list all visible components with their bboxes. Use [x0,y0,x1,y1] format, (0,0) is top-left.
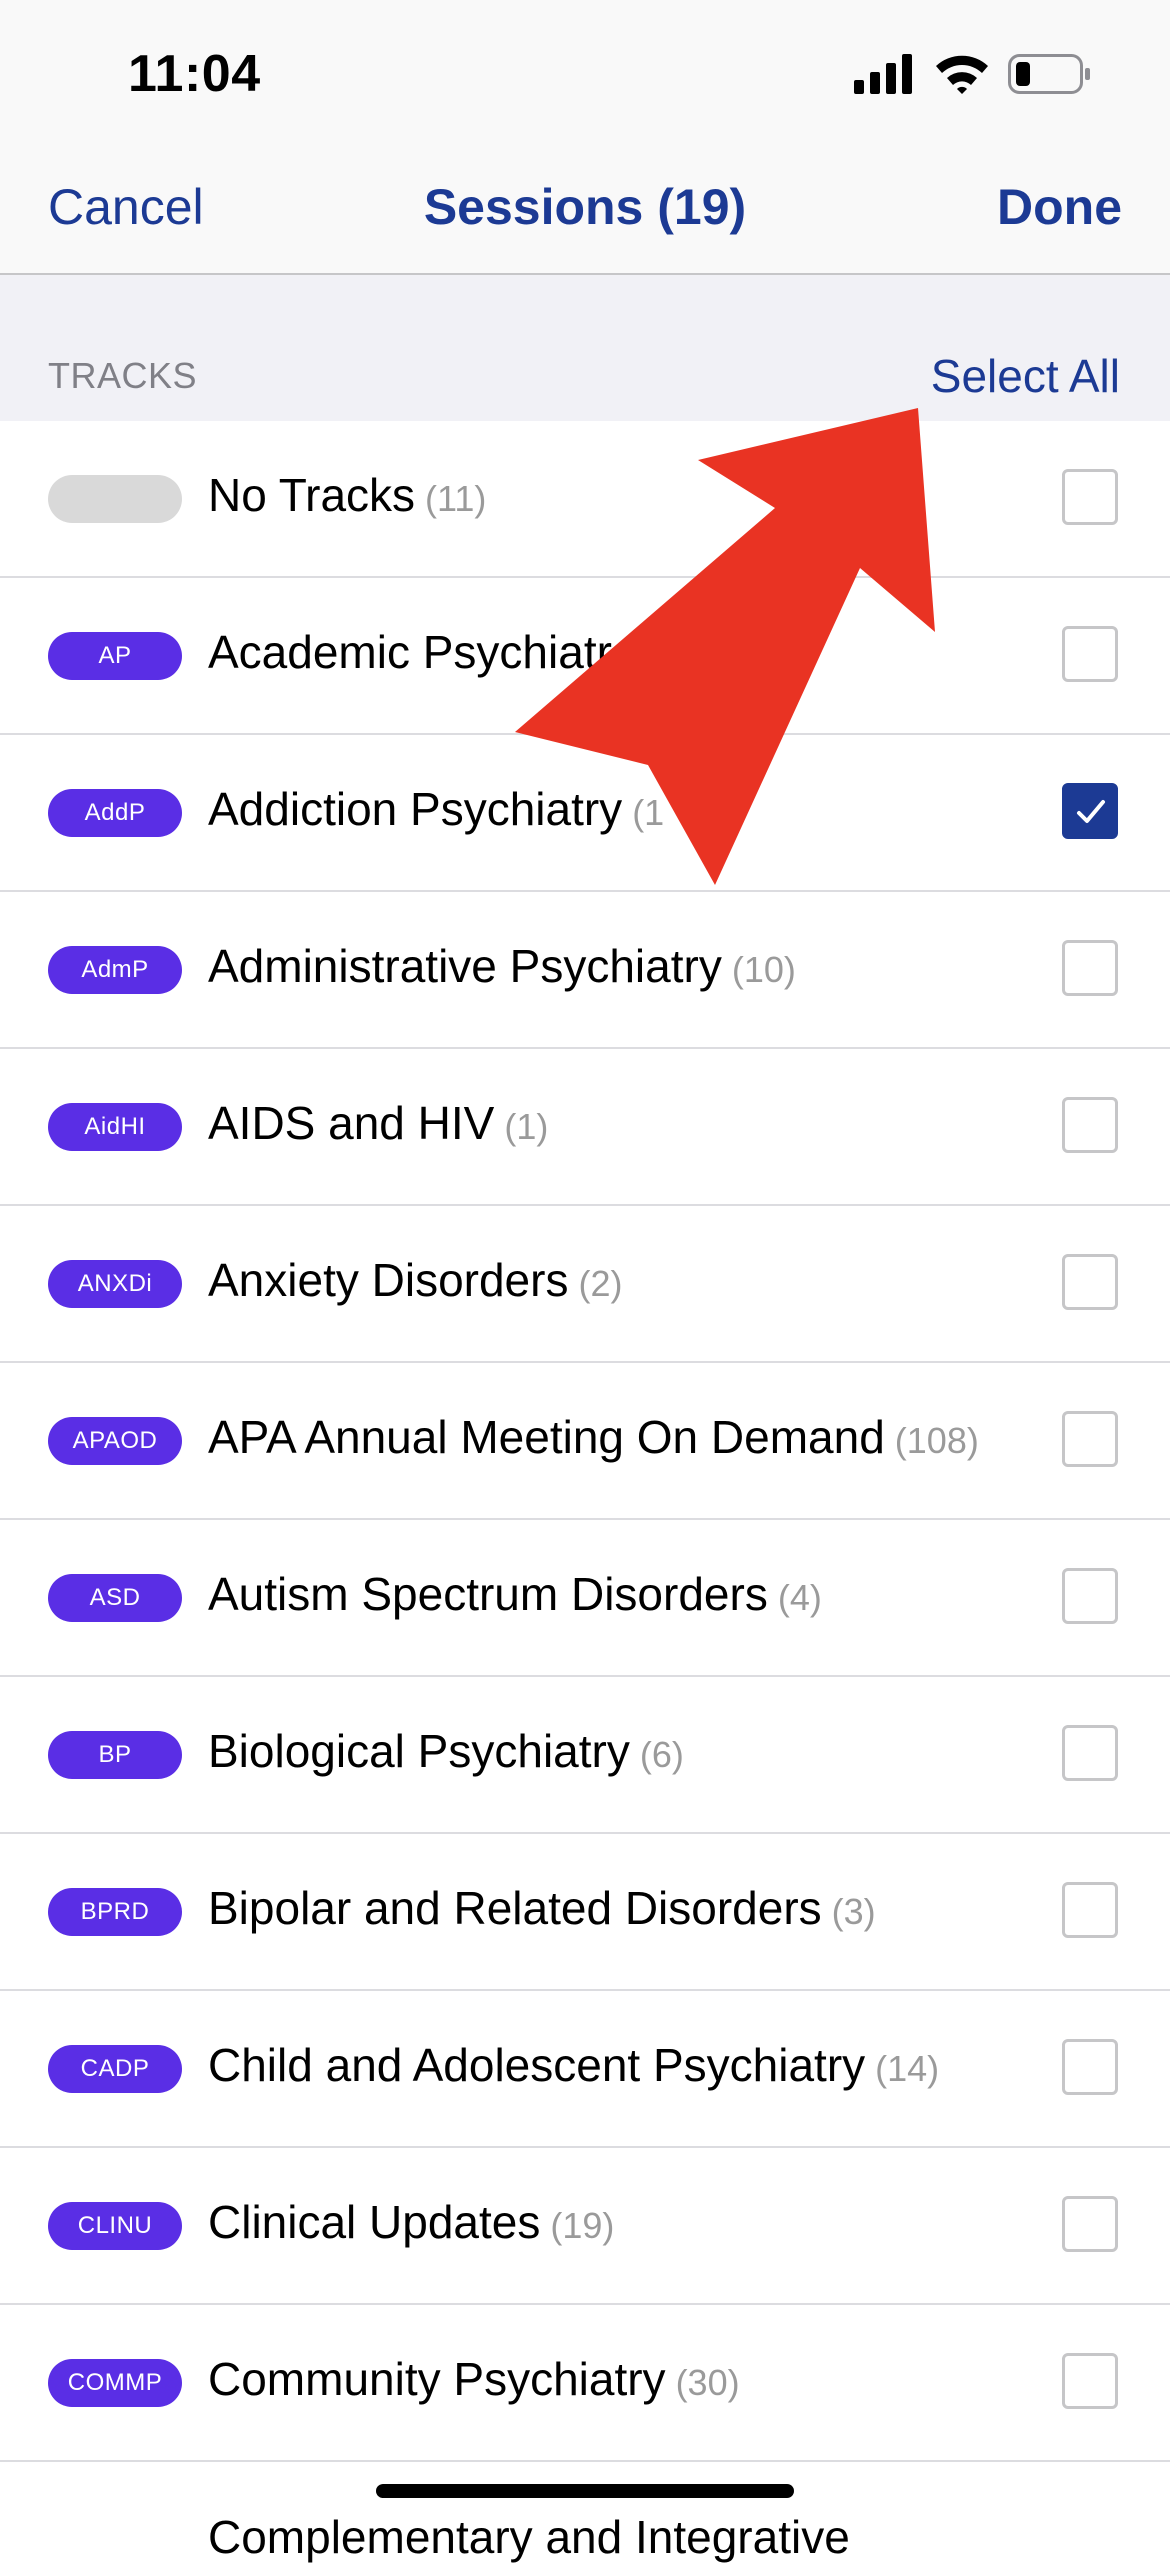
track-badge: ANXDi [48,1260,182,1308]
track-name: Bipolar and Related Disorders [208,1882,822,1934]
select-all-button[interactable]: Select All [931,349,1120,403]
track-checkbox[interactable] [1062,469,1118,525]
track-badge: CADP [48,2045,182,2093]
track-label-group: Addiction Psychiatry (1 [208,782,664,836]
track-name: Addiction Psychiatry [208,783,623,835]
home-indicator[interactable] [376,2484,794,2498]
track-label-group: No Tracks (11) [208,468,486,522]
track-name: Autism Spectrum Disorders [208,1568,768,1620]
navigation-bar: Cancel Sessions (19) Done [0,150,1170,275]
track-row[interactable]: CADP Child and Adolescent Psychiatry (14) [0,1991,1170,2148]
track-count: (3) [831,1891,876,1932]
track-count: (2) [578,1263,623,1304]
track-name: APA Annual Meeting On Demand [208,1411,885,1463]
track-badge: AidHI [48,1103,182,1151]
checkmark-icon [1077,800,1105,823]
signal-icon [854,54,916,99]
track-label-group: Autism Spectrum Disorders (4) [208,1567,822,1621]
track-badge: BP [48,1731,182,1779]
status-time: 11:04 [128,45,261,103]
track-checkbox[interactable] [1062,2353,1118,2409]
track-checkbox[interactable] [1062,2196,1118,2252]
track-name: Community Psychiatry [208,2353,666,2405]
track-badge: AdmP [48,946,182,994]
track-checkbox[interactable] [1062,1882,1118,1938]
track-label-group: APA Annual Meeting On Demand (108) [208,1410,979,1464]
track-row[interactable]: BPRD Bipolar and Related Disorders (3) [0,1834,1170,1991]
partial-row-label: Complementary and Integrative [208,2511,850,2563]
status-bar: 11:04 [0,0,1170,150]
track-checkbox[interactable] [1062,2039,1118,2095]
track-badge: AP [48,632,182,680]
track-badge: APAOD [48,1417,182,1465]
track-label-group: Bipolar and Related Disorders (3) [208,1881,876,1935]
track-name: Biological Psychiatry [208,1725,630,1777]
track-row[interactable]: AP Academic Psychiatr [0,578,1170,735]
track-label-group: Academic Psychiatr [208,625,612,679]
track-label-group: Anxiety Disorders (2) [208,1253,622,1307]
track-row[interactable]: AidHI AIDS and HIV (1) [0,1049,1170,1206]
track-checkbox[interactable] [1062,1254,1118,1310]
track-checkbox[interactable] [1062,940,1118,996]
track-badge: COMMP [48,2359,182,2407]
tracks-section-header: TRACKS Select All [0,275,1170,423]
track-count: (4) [777,1577,822,1618]
track-count: (14) [875,2048,940,2089]
track-row[interactable]: AddP Addiction Psychiatry (1 [0,735,1170,892]
track-row[interactable]: BP Biological Psychiatry (6) [0,1677,1170,1834]
track-checkbox[interactable] [1062,1725,1118,1781]
track-label-group: Clinical Updates (19) [208,2195,614,2249]
done-button[interactable]: Done [997,178,1122,236]
track-label-group: Community Psychiatry (30) [208,2352,740,2406]
section-label: TRACKS [48,355,198,396]
track-list: No Tracks (11) AP Academic Psychiatr AddP Add… [0,421,1170,2462]
track-count: (108) [894,1420,979,1461]
track-badge: AddP [48,789,182,837]
track-row[interactable]: COMMP Community Psychiatry (30) [0,2305,1170,2462]
track-label-group: Biological Psychiatry (6) [208,1724,684,1778]
wifi-icon [934,52,990,99]
track-label-group: Child and Adolescent Psychiatry (14) [208,2038,939,2092]
track-name: Anxiety Disorders [208,1254,569,1306]
track-label-group: Administrative Psychiatry (10) [208,939,796,993]
track-badge: ASD [48,1574,182,1622]
track-count: (19) [550,2205,615,2246]
track-name: Academic Psychiatr [208,626,612,678]
track-checkbox[interactable] [1062,626,1118,682]
track-badge [48,475,182,523]
track-count: (1 [632,792,665,833]
track-row[interactable]: No Tracks (11) [0,421,1170,578]
track-badge: CLINU [48,2202,182,2250]
track-name: Clinical Updates [208,2196,541,2248]
track-name: No Tracks [208,469,416,521]
track-checkbox[interactable] [1062,1411,1118,1467]
track-count: (11) [425,478,487,519]
track-count: (6) [639,1734,684,1775]
track-row[interactable]: ANXDi Anxiety Disorders (2) [0,1206,1170,1363]
track-checkbox[interactable] [1062,783,1118,839]
track-row[interactable]: CLINU Clinical Updates (19) [0,2148,1170,2305]
cancel-button[interactable]: Cancel [48,178,204,236]
track-row[interactable]: APAOD APA Annual Meeting On Demand (108) [0,1363,1170,1520]
track-row[interactable]: ASD Autism Spectrum Disorders (4) [0,1520,1170,1677]
track-count: (1) [504,1106,549,1147]
track-name: Administrative Psychiatry [208,940,722,992]
track-checkbox[interactable] [1062,1568,1118,1624]
track-name: AIDS and HIV [208,1097,495,1149]
track-count: (10) [731,949,796,990]
battery-icon [1008,54,1092,99]
track-badge: BPRD [48,1888,182,1936]
track-count: (30) [675,2362,740,2403]
track-row[interactable]: AdmP Administrative Psychiatry (10) [0,892,1170,1049]
track-label-group: AIDS and HIV (1) [208,1096,548,1150]
track-name: Child and Adolescent Psychiatry [208,2039,866,2091]
track-checkbox[interactable] [1062,1097,1118,1153]
